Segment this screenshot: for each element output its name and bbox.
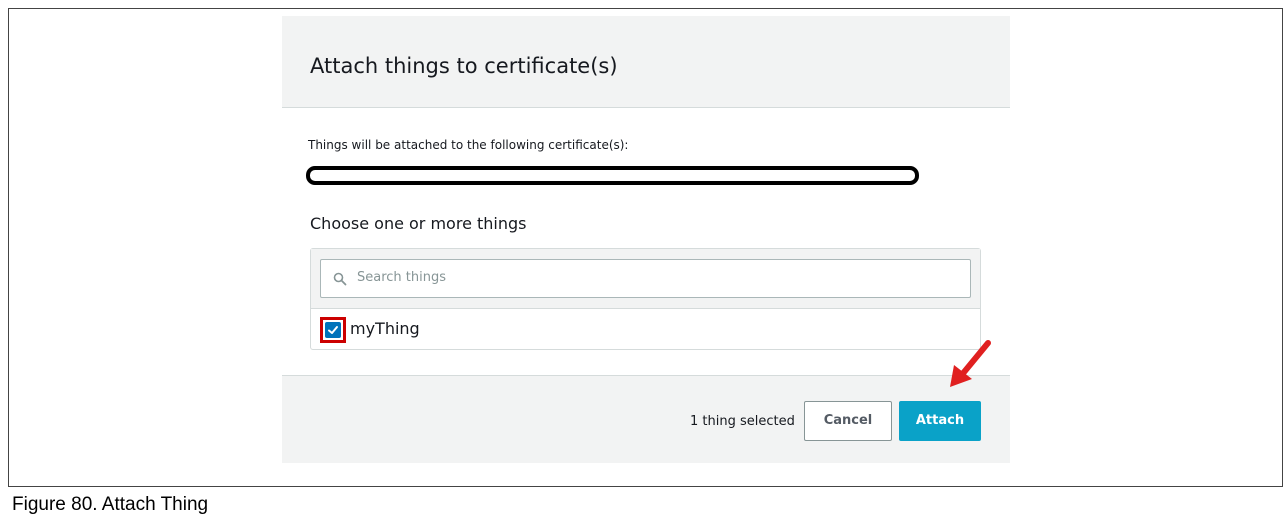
selected-count: 1 thing selected xyxy=(690,414,795,429)
attach-things-dialog: Attach things to certificate(s) Things w… xyxy=(282,16,1010,463)
things-list: Search things myThing xyxy=(310,248,981,350)
redacted-certificate-id xyxy=(306,166,919,185)
dialog-header: Attach things to certificate(s) xyxy=(282,16,1010,108)
figure-caption: Figure 80. Attach Thing xyxy=(12,494,209,515)
dialog-title: Attach things to certificate(s) xyxy=(310,54,618,78)
thing-label: myThing xyxy=(350,319,420,338)
search-input[interactable]: Search things xyxy=(320,259,971,298)
figure-caption-bar: Figure 80. Attach Thing xyxy=(8,486,1283,524)
certificates-intro-text: Things will be attached to the following… xyxy=(308,138,629,152)
cancel-button[interactable]: Cancel xyxy=(804,401,892,441)
dialog-footer: 1 thing selected Cancel Attach xyxy=(282,375,1010,463)
red-arrow-annotation-icon xyxy=(950,340,991,387)
choose-things-heading: Choose one or more things xyxy=(310,214,527,233)
checkbox-highlight-annotation xyxy=(320,317,346,343)
search-placeholder: Search things xyxy=(357,270,447,285)
list-item[interactable]: myThing xyxy=(311,309,980,349)
search-icon xyxy=(333,272,347,286)
attach-button[interactable]: Attach xyxy=(899,401,981,441)
search-bar: Search things xyxy=(311,249,980,309)
